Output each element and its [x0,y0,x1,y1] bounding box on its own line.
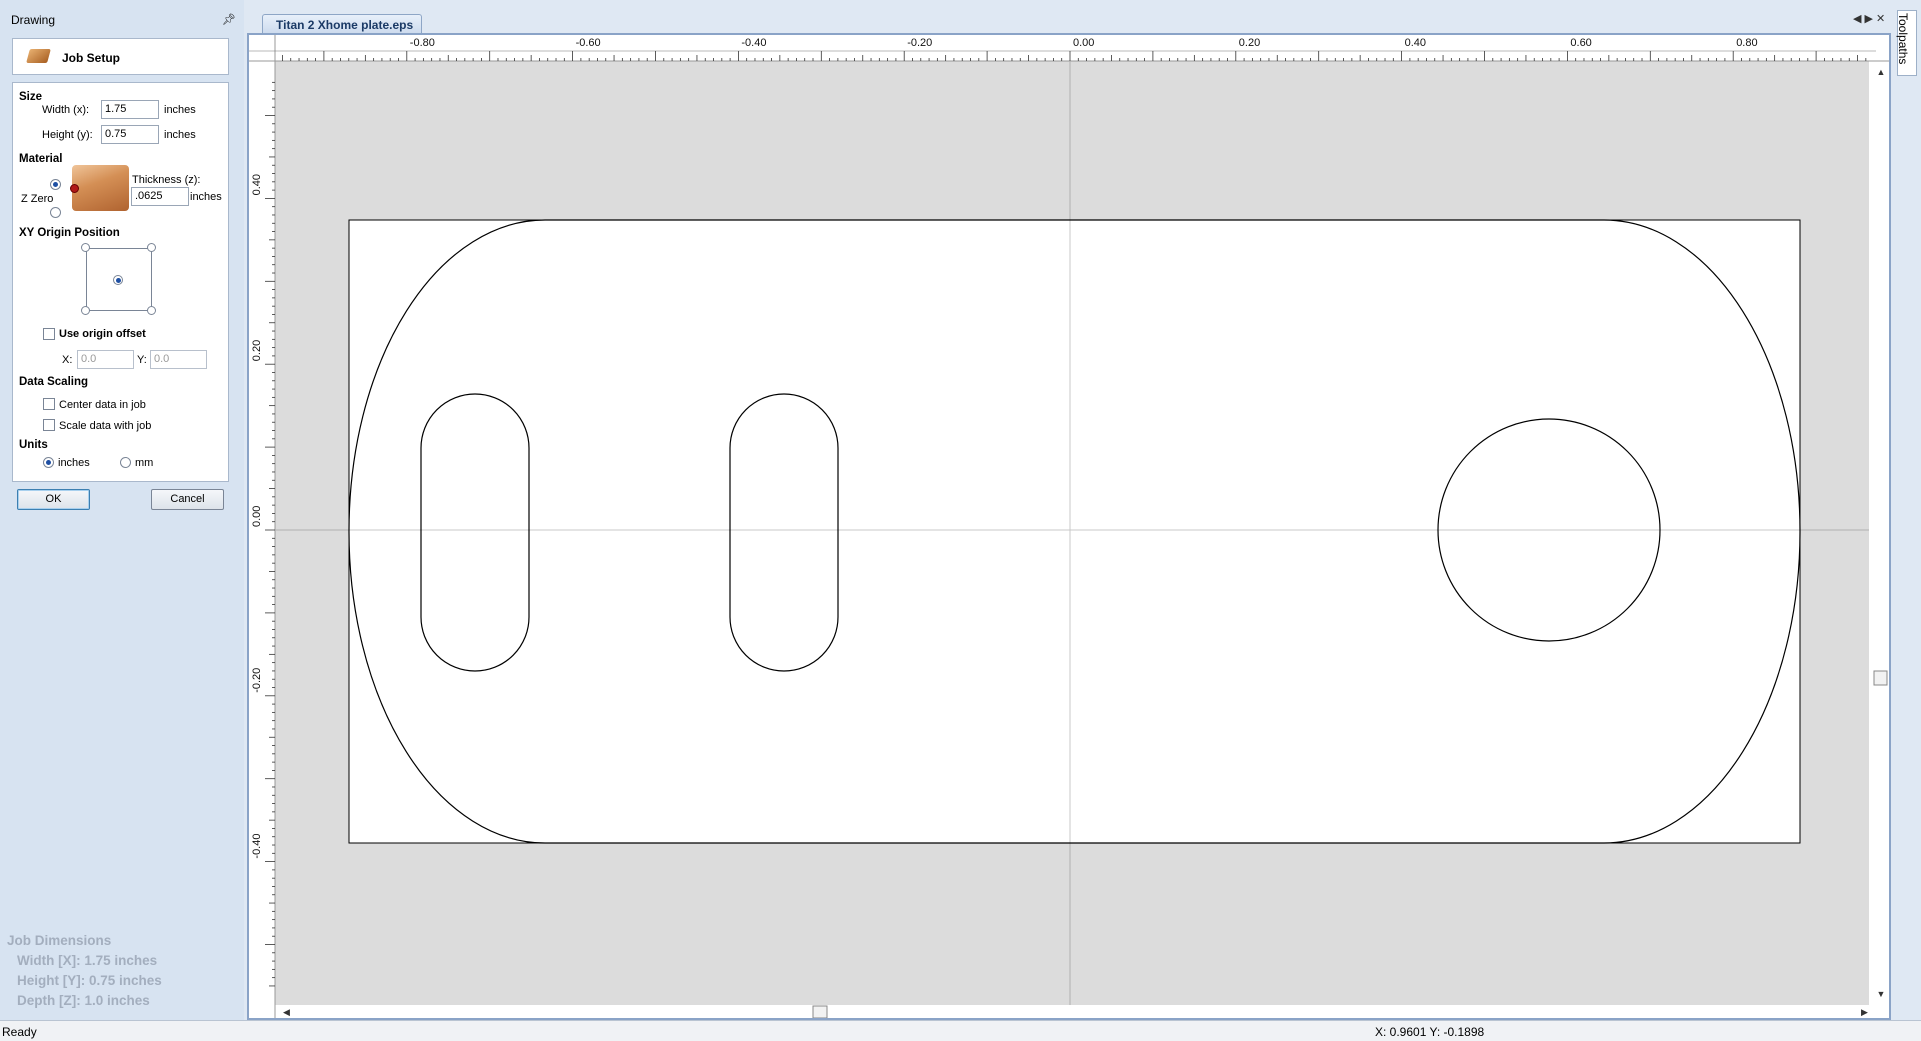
center-data-label: Center data in job [59,399,146,411]
tab-navigation: ◀▶✕ [1853,12,1888,25]
panel-title: Drawing [11,13,56,27]
offset-y-label: Y: [137,354,147,366]
width-label: Width (x): [42,104,90,116]
material-heading: Material [19,153,63,165]
scaling-heading: Data Scaling [19,376,89,388]
height-unit: inches [164,129,196,141]
units-inches-label: inches [58,457,90,469]
close-icon[interactable]: ✕ [1876,13,1888,25]
height-label: Height (y): [42,129,93,141]
job-material-area [348,219,1801,844]
ruler-y-label: 0.00 [251,506,263,527]
size-heading: Size [19,91,43,103]
origin-heading: XY Origin Position [19,227,120,239]
toolpaths-tab-label: Toolpaths [1896,13,1910,65]
job-setup-header: Job Setup [12,38,229,75]
origin-top-left-radio[interactable] [81,243,90,252]
drawing-panel: Drawing 📌︎ Job Setup Size Width (x): 1.7… [0,0,244,1020]
height-input[interactable]: 0.75 [101,125,159,144]
cursor-coordinates: X: 0.9601 Y: -0.1898 [1375,1025,1485,1039]
scroll-down-icon[interactable]: ▼ [1877,989,1886,999]
units-mm-radio[interactable] [120,457,131,468]
use-origin-offset-label: Use origin offset [59,328,146,340]
ruler-x-label: 0.20 [1239,37,1260,49]
vertical-scroll-thumb[interactable] [1873,670,1888,686]
width-input[interactable]: 1.75 [101,100,159,119]
job-dimensions-depth: Depth [Z]: 1.0 inches [17,993,150,1008]
offset-x-label: X: [62,354,73,366]
status-text: Ready [2,1025,37,1039]
job-dimensions-height: Height [Y]: 0.75 inches [17,973,162,988]
pin-icon[interactable]: 📌︎ [222,13,236,26]
use-origin-offset-checkbox[interactable] [43,328,55,340]
ok-button[interactable]: OK [17,489,90,510]
ruler-x-label: 0.80 [1736,37,1757,49]
ruler-y-label: -0.40 [251,834,263,859]
origin-center-radio[interactable] [113,275,123,285]
ruler-x-label: 0.40 [1405,37,1426,49]
cancel-button[interactable]: Cancel [151,489,224,510]
center-data-checkbox[interactable] [43,398,55,410]
width-unit: inches [164,104,196,116]
thickness-label: Thickness (z): [132,174,201,186]
ruler-x-label: -0.40 [741,37,766,49]
zzero-bottom-radio[interactable] [50,207,61,218]
job-dimensions-summary: Job Dimensions Width [X]: 1.75 inches He… [7,931,162,1011]
ruler-y-label: 0.20 [251,340,263,361]
panel-header: Drawing 📌︎ [4,12,238,30]
scroll-left-icon[interactable]: ◀ [283,1007,290,1017]
drawing-view: -0.80 -0.60 -0.40 -0.20 0.00 0.20 0.40 0.60 0.80… [247,33,1891,1020]
scroll-right-icon[interactable]: ▶ [1861,1007,1868,1017]
material-block-icon [26,49,51,63]
units-heading: Units [19,439,48,451]
units-mm-label: mm [135,457,154,469]
ruler-y-label: 0.40 [251,174,263,195]
ruler-x-label: 0.60 [1570,37,1591,49]
job-dimensions-width: Width [X]: 1.75 inches [17,953,158,968]
origin-top-right-radio[interactable] [147,243,156,252]
tab-prev-icon[interactable]: ◀ [1853,13,1864,25]
job-dimensions-heading: Job Dimensions [7,933,112,948]
job-setup-form: Size Width (x): 1.75 inches Height (y): … [12,82,229,482]
material-preview-image [72,165,129,211]
zzero-top-radio[interactable] [50,179,61,190]
right-dock-strip [1895,10,1921,1020]
horizontal-scroll-thumb[interactable] [812,1005,828,1019]
zzero-label: Z Zero [21,193,54,205]
job-setup-title: Job Setup [62,51,121,65]
scale-data-checkbox[interactable] [43,419,55,431]
offset-y-input[interactable]: 0.0 [150,350,207,369]
drawing-canvas[interactable]: -0.80 -0.60 -0.40 -0.20 0.00 0.20 0.40 0.60 0.80… [249,35,1889,1019]
ruler-x-label: -0.20 [907,37,932,49]
status-bar: Ready X: 0.9601 Y: -0.1898 [0,1020,1921,1041]
origin-bottom-right-radio[interactable] [147,306,156,315]
zzero-marker-icon [70,184,79,193]
ruler-x-label: -0.60 [576,37,601,49]
units-inches-radio[interactable] [43,457,54,468]
tab-next-icon[interactable]: ▶ [1864,13,1875,25]
scroll-up-icon[interactable]: ▲ [1877,67,1886,77]
ruler-x-label: -0.80 [410,37,435,49]
thickness-unit: inches [190,191,222,203]
origin-bottom-left-radio[interactable] [81,306,90,315]
ruler-x-label: 0.00 [1073,37,1094,49]
scale-data-label: Scale data with job [59,420,152,432]
thickness-input[interactable]: .0625 [131,187,189,206]
ruler-y-label: -0.20 [251,668,263,693]
toolpaths-tab[interactable]: Toolpaths [1896,10,1917,76]
offset-x-input[interactable]: 0.0 [77,350,134,369]
